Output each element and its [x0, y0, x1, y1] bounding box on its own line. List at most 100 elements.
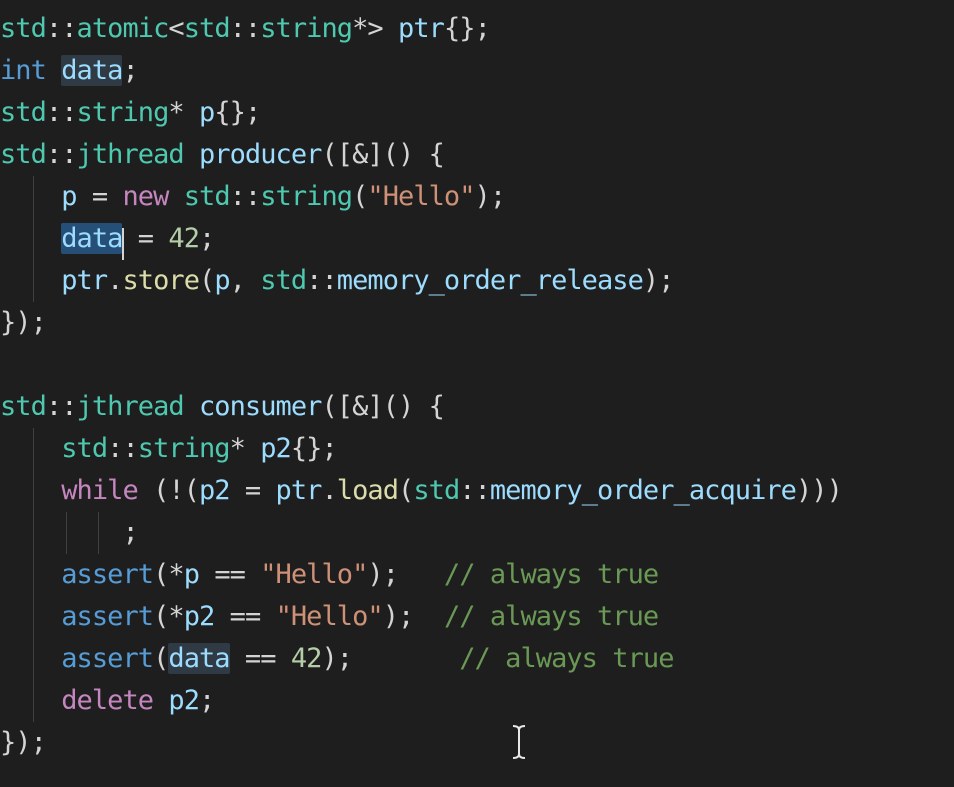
code-line[interactable] — [0, 344, 842, 386]
code-token: > — [367, 13, 399, 44]
code-token: while — [61, 475, 138, 506]
code-token: string — [260, 13, 353, 44]
code-token: ); — [382, 601, 444, 632]
code-token: jthread — [76, 139, 185, 170]
code-token: ); — [474, 181, 507, 212]
code-line[interactable]: int data; — [0, 50, 842, 92]
code-token: data — [61, 223, 123, 254]
code-line[interactable]: std::jthread producer([&]() { — [0, 134, 842, 176]
code-token: :: — [229, 13, 262, 44]
code-token: string — [260, 181, 353, 212]
code-token: memory_order_release — [336, 265, 644, 296]
code-editor[interactable]: std::atomic<std::string*> ptr{}; int data… — [0, 0, 954, 787]
code-token: }); — [0, 307, 47, 338]
code-token: {}; — [290, 433, 338, 464]
code-token: = — [229, 475, 276, 506]
code-token: :: — [306, 265, 338, 296]
code-token: , — [229, 265, 261, 296]
code-token: p2 — [199, 475, 231, 506]
code-line[interactable]: ptr.store(p, std::memory_order_release); — [0, 260, 842, 302]
code-line[interactable]: assert(*p == "Hello"); // always true — [0, 554, 842, 596]
code-token: (* — [153, 601, 185, 632]
code-token: ( — [398, 475, 414, 506]
code-token: . — [321, 475, 337, 506]
code-token: std — [0, 139, 47, 170]
code-token: p — [183, 559, 200, 590]
code-token: * — [229, 433, 261, 464]
code-token: :: — [45, 391, 78, 422]
code-token: memory_order_acquire — [489, 475, 797, 506]
code-token: = — [76, 181, 123, 212]
code-line[interactable]: data = 42; — [0, 218, 842, 260]
code-token: std — [260, 265, 307, 296]
code-token: jthread — [76, 391, 185, 422]
code-token: store — [122, 265, 199, 296]
code-token: }); — [0, 727, 47, 758]
code-line[interactable]: assert(data == 42); // always true — [0, 638, 842, 680]
code-token: . — [107, 265, 123, 296]
code-token: 42 — [290, 643, 323, 674]
code-line[interactable]: }); — [0, 722, 842, 764]
code-line[interactable]: }); — [0, 302, 842, 344]
code-line[interactable]: p = new std::string("Hello"); — [0, 176, 842, 218]
code-line[interactable]: ; — [0, 512, 842, 554]
code-token: data — [168, 643, 231, 674]
code-token: assert — [61, 601, 154, 632]
code-token: ptr — [275, 475, 323, 506]
code-token: atomic — [76, 13, 170, 44]
text-caret — [122, 228, 125, 260]
code-line[interactable]: std::string* p2{}; — [0, 428, 842, 470]
code-token: std — [413, 475, 460, 506]
code-token: "Hello" — [260, 559, 368, 590]
code-token: std — [0, 97, 47, 128]
code-token: std — [183, 13, 231, 44]
code-line[interactable]: delete p2; — [0, 680, 842, 722]
code-line[interactable]: while (!(p2 = ptr.load(std::memory_order… — [0, 470, 843, 512]
code-token: ; — [122, 55, 138, 86]
code-token: * — [168, 97, 200, 128]
code-token: std — [183, 181, 231, 212]
code-token: new — [122, 181, 169, 212]
code-area[interactable]: std::atomic<std::string*> ptr{}; int data… — [0, 8, 843, 764]
code-token: consumer — [199, 391, 322, 422]
code-token: ptr — [61, 265, 108, 296]
code-token: {}; — [214, 97, 261, 128]
code-line[interactable]: std::jthread consumer([&]() { — [0, 386, 842, 428]
code-token: ([&]() { — [321, 139, 444, 170]
code-line[interactable]: std::string* p{}; — [0, 92, 842, 134]
code-token: string — [137, 433, 231, 464]
code-token: p2 — [183, 601, 216, 632]
code-token: ; — [199, 223, 215, 254]
code-token: {}; — [443, 13, 491, 44]
code-token: // always true — [443, 601, 659, 632]
code-token: ( — [352, 181, 368, 212]
code-token: std — [0, 13, 47, 44]
code-token: std — [61, 433, 108, 464]
code-token: p — [61, 181, 77, 212]
code-token: == — [214, 601, 276, 632]
code-token: :: — [45, 139, 78, 170]
code-line[interactable]: assert(*p2 == "Hello"); // always true — [0, 596, 842, 638]
code-token: p2 — [168, 685, 200, 716]
code-token: ; — [122, 517, 138, 548]
code-line[interactable]: std::atomic<std::string*> ptr{}; — [0, 8, 842, 50]
code-token: == — [199, 559, 261, 590]
code-token: producer — [199, 139, 322, 170]
code-token: ([&]() { — [321, 391, 444, 422]
code-token: "Hello" — [275, 601, 384, 632]
code-token: ptr — [398, 13, 445, 44]
code-token: :: — [229, 181, 262, 212]
